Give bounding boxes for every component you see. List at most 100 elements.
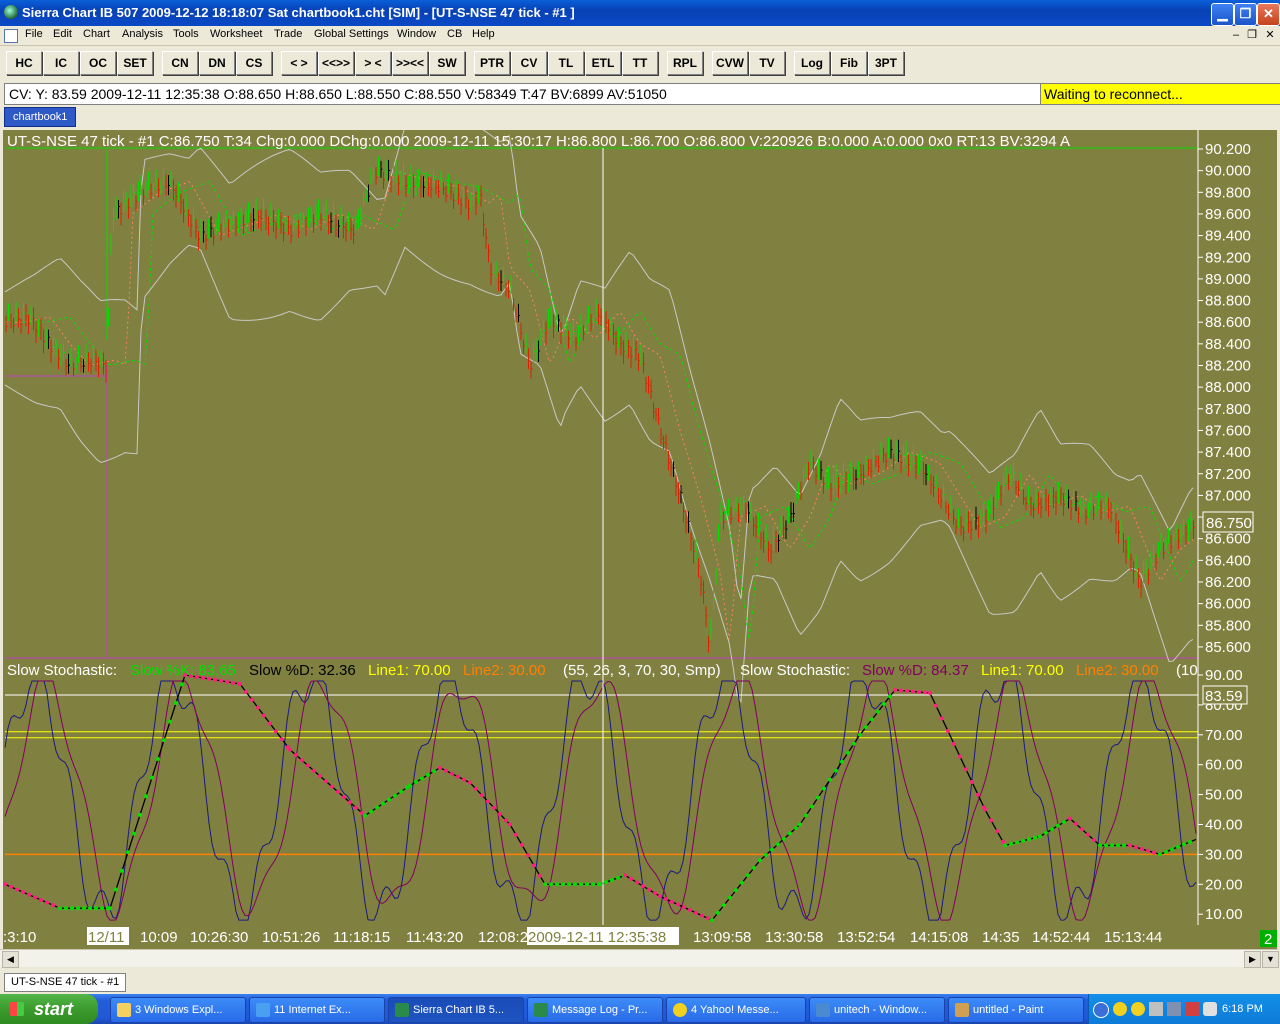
menu-edit[interactable]: Edit <box>53 28 72 40</box>
smiley-tray-icon[interactable] <box>1131 1002 1145 1016</box>
toolbar-button-tv[interactable]: TV <box>749 51 785 75</box>
price-label: 88.600 <box>1205 314 1251 331</box>
toolbar-button-sw[interactable]: SW <box>429 51 465 75</box>
slow-stoch-dot <box>995 829 999 834</box>
stoch-d-value: Slow %D: 32.36 <box>249 662 356 679</box>
slow-stoch-dot <box>1122 843 1126 848</box>
slow-stoch-dot <box>468 780 472 785</box>
slow-stoch-dot <box>804 813 808 818</box>
menu-chart[interactable]: Chart <box>83 28 110 40</box>
toolbar-button-tl[interactable]: TL <box>548 51 584 75</box>
scroll-left-arrow-icon[interactable]: ◀ <box>2 951 19 968</box>
slow-stoch-dot <box>1176 844 1180 849</box>
stoch-label: 70.00 <box>1205 727 1243 744</box>
toolbar-button-cs[interactable]: CS <box>236 51 272 75</box>
slow-stoch-dot <box>952 741 956 746</box>
slow-stoch-dot <box>438 765 442 770</box>
menu-trade[interactable]: Trade <box>274 28 302 40</box>
menu-analysis[interactable]: Analysis <box>122 28 163 40</box>
menu-window[interactable]: Window <box>397 28 436 40</box>
task-yahoo-messenger[interactable]: 4 Yahoo! Messe... <box>666 997 806 1023</box>
toolbar-button-hc[interactable]: HC <box>6 51 42 75</box>
slow-stoch-dot <box>1001 839 1005 844</box>
toolbar-button-ic[interactable]: IC <box>43 51 79 75</box>
toolbar-button-dn[interactable]: DN <box>199 51 235 75</box>
toolbar-button-oc[interactable]: OC <box>80 51 116 75</box>
toolbar-button-set[interactable]: SET <box>117 51 153 75</box>
toolbar-button-3pt[interactable]: 3PT <box>868 51 904 75</box>
slow-stoch-dot <box>1134 845 1138 850</box>
yahoo-tray-icon[interactable] <box>1113 1002 1127 1016</box>
slow-stoch-dot <box>964 767 968 772</box>
slow-stoch-dot <box>543 882 547 887</box>
toolbar-button-log[interactable]: Log <box>794 51 830 75</box>
time-label: :3:10 <box>3 929 36 946</box>
menu-tools[interactable]: Tools <box>173 28 199 40</box>
stochastic-axis: 90.0080.0070.0060.0050.0040.0030.0020.00… <box>1198 667 1243 923</box>
chart-tab[interactable]: UT-S-NSE 47 tick - #1 <box>4 973 127 992</box>
slow-stoch-dot <box>180 682 184 687</box>
maximize-button[interactable]: ❐ <box>1234 3 1257 26</box>
mdi-close-button[interactable]: ✕ <box>1262 28 1278 42</box>
menu-worksheet[interactable]: Worksheet <box>210 28 262 40</box>
slow-stoch-dot <box>1104 843 1108 848</box>
mdi-restore-button[interactable]: ❐ <box>1244 28 1260 42</box>
toolbar-button-fib[interactable]: Fib <box>831 51 867 75</box>
toolbar-button-etl[interactable]: ETL <box>585 51 621 75</box>
slow-stoch-dot <box>758 858 762 863</box>
toolbar-button-contract-more[interactable]: >><< <box>392 51 428 75</box>
slow-stoch-dot <box>788 831 792 836</box>
task-message-log[interactable]: Message Log - Pr... <box>527 997 663 1023</box>
slow-stoch-dot <box>893 687 897 692</box>
horizontal-scrollbar[interactable]: ◀ ▶ ▼ <box>0 949 1279 968</box>
slow-stoch-dot <box>816 795 820 800</box>
task-sierra-chart[interactable]: Sierra Chart IB 5... <box>388 997 524 1023</box>
task-paint[interactable]: untitled - Paint <box>948 997 1084 1023</box>
slow-stoch-dot <box>658 894 662 899</box>
scroll-down-arrow-icon[interactable]: ▼ <box>1262 951 1279 968</box>
menu-cb[interactable]: CB <box>447 28 462 40</box>
task-windows-explorer[interactable]: 3 Windows Expl... <box>110 997 246 1023</box>
monitor-tray-icon[interactable] <box>1167 1002 1181 1016</box>
document-icon[interactable] <box>4 29 18 43</box>
volume-tray-icon[interactable] <box>1203 1002 1217 1016</box>
toolbar-button-expand[interactable]: <<>> <box>318 51 354 75</box>
network-tray-icon[interactable] <box>1149 1002 1163 1016</box>
toolbar-button-rpl[interactable]: RPL <box>667 51 703 75</box>
slow-stoch-dot <box>250 697 254 702</box>
scroll-right-arrow-icon[interactable]: ▶ <box>1244 951 1261 968</box>
slow-stoch-dot <box>414 780 418 785</box>
chartbook-tab[interactable]: chartbook1 <box>4 107 77 127</box>
slow-stoch-dot <box>1033 835 1037 840</box>
mdi-minimize-button[interactable]: – <box>1228 28 1244 42</box>
toolbar-button-ptr[interactable]: PTR <box>474 51 510 75</box>
task-unitech-window[interactable]: unitech - Window... <box>809 997 945 1023</box>
toolbar-button-cvw[interactable]: CVW <box>712 51 748 75</box>
toolbar-button-cn[interactable]: CN <box>162 51 198 75</box>
ie-icon <box>256 1003 270 1018</box>
close-button[interactable]: ✕ <box>1257 3 1280 26</box>
slow-stoch-dot <box>387 797 391 802</box>
slow-stoch-dot <box>1086 832 1090 837</box>
menu-help[interactable]: Help <box>472 28 495 40</box>
start-button[interactable]: start <box>0 994 98 1024</box>
chart-canvas[interactable]: 90.200 90.000 89.800 89.600 89.400 89.200 89.0… <box>0 130 1280 950</box>
slow-stoch-dot <box>940 716 944 721</box>
toolbar-button-contract[interactable]: > < <box>355 51 391 75</box>
menu-global-settings[interactable]: Global Settings <box>314 28 389 40</box>
slow-stoch-dot <box>324 779 328 784</box>
tray-expand-icon[interactable] <box>1093 1002 1109 1018</box>
toolbar-button-scroll-both[interactable]: < > <box>281 51 317 75</box>
security-tray-icon[interactable] <box>1185 1002 1199 1016</box>
toolbar-button-tt[interactable]: TT <box>622 51 658 75</box>
stoch-line1: Line1: 70.00 <box>368 662 451 679</box>
menu-file[interactable]: File <box>25 28 43 40</box>
toolbar-button-cv[interactable]: CV <box>511 51 547 75</box>
slow-stoch-dot <box>262 713 266 718</box>
task-internet-explorer[interactable]: 11 Internet Ex... <box>249 997 385 1023</box>
slow-stoch-dot <box>598 882 602 887</box>
minimize-button[interactable]: ▁ <box>1211 3 1234 26</box>
title-bar[interactable]: Sierra Chart IB 507 2009-12-12 18:18:07 … <box>0 0 1280 26</box>
slow-stoch-dot <box>504 818 508 823</box>
slow-stoch-dot <box>911 689 915 694</box>
